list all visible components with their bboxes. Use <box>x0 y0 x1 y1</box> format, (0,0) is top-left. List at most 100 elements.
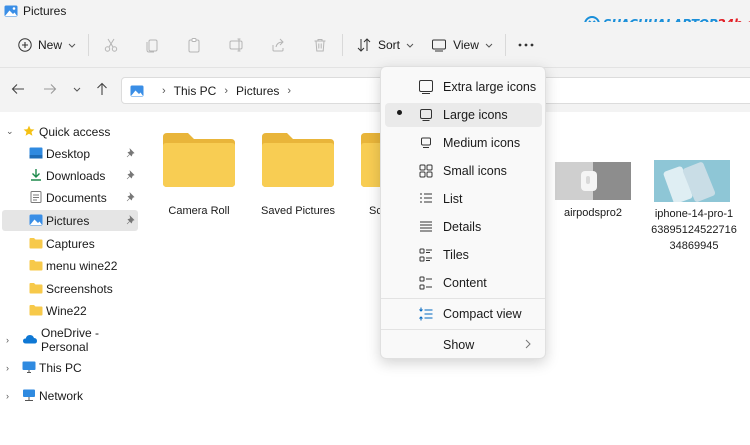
menu-item-details[interactable]: Details <box>385 215 542 239</box>
menu-item-label: List <box>443 192 463 206</box>
breadcrumb-chevron-icon: › <box>224 84 229 97</box>
large-icons-icon <box>420 109 432 121</box>
menu-item-list[interactable]: List <box>385 187 542 211</box>
selected-bullet-icon <box>397 110 402 115</box>
paste-button[interactable] <box>183 30 205 60</box>
star-icon <box>23 125 35 136</box>
folder-icon <box>29 238 43 249</box>
sort-button[interactable]: Sort <box>354 30 416 60</box>
chevron-down-icon <box>68 43 76 48</box>
document-icon <box>30 191 42 203</box>
download-icon <box>31 169 41 181</box>
sidebar-item-screenshots[interactable]: Screenshots <box>2 278 138 299</box>
separator <box>505 34 506 56</box>
menu-item-label: Medium icons <box>443 136 521 150</box>
breadcrumb-chevron-icon: › <box>162 84 166 97</box>
command-bar: New Sort View <box>0 22 750 68</box>
network-icon <box>23 389 35 401</box>
menu-item-label: Large icons <box>443 108 508 122</box>
cut-icon <box>104 38 118 52</box>
more-options-button[interactable] <box>515 30 537 60</box>
file-label: iphone-14-pro-1 63895124522716 34869945 <box>651 208 737 252</box>
pin-icon <box>126 170 135 180</box>
tiles-icon <box>419 248 432 262</box>
view-menu: Extra large icons Large icons Medium ico… <box>380 66 546 359</box>
menu-item-content[interactable]: Content <box>385 271 542 295</box>
recent-locations-button[interactable] <box>68 80 86 98</box>
sidebar-item-label: OneDrive - Personal <box>41 325 100 354</box>
share-button[interactable] <box>267 30 289 60</box>
folder-item-saved-pictures[interactable]: Saved Pictures <box>248 132 348 218</box>
sidebar-item-quick-access[interactable]: ⌄ Quick access <box>2 121 138 142</box>
view-label: View <box>453 38 479 52</box>
back-button[interactable] <box>9 80 27 98</box>
sidebar-item-label: Pictures <box>46 213 90 228</box>
sort-icon <box>357 38 371 52</box>
sidebar-item-pictures[interactable]: Pictures <box>2 210 138 231</box>
menu-separator <box>381 329 545 330</box>
sidebar-item-onedrive[interactable]: › OneDrive - Personal <box>2 326 138 354</box>
menu-item-label: Show <box>443 338 475 352</box>
sidebar-item-captures[interactable]: Captures <box>2 233 138 254</box>
share-icon <box>272 38 284 52</box>
window-title: Pictures <box>23 4 67 18</box>
menu-item-show[interactable]: Show <box>385 333 542 357</box>
sidebar-item-menu-wine22[interactable]: menu wine22 <box>2 255 138 276</box>
pictures-icon <box>4 5 18 17</box>
delete-button[interactable] <box>309 30 331 60</box>
image-thumbnail-iphone[interactable] <box>654 160 730 202</box>
content-icon <box>419 276 432 290</box>
pin-icon <box>126 192 135 202</box>
rename-button[interactable] <box>225 30 247 60</box>
menu-item-extra-large-icons[interactable]: Extra large icons <box>385 75 542 99</box>
breadcrumb-pictures[interactable]: Pictures <box>236 84 279 98</box>
chevron-right-icon[interactable]: › <box>6 363 9 373</box>
sidebar-item-wine22[interactable]: Wine22 <box>2 300 138 321</box>
folder-label: Camera Roll <box>168 205 230 217</box>
copy-button[interactable] <box>141 30 163 60</box>
menu-item-label: Compact view <box>443 307 522 321</box>
computer-icon <box>22 361 36 373</box>
copy-icon <box>146 39 158 53</box>
sidebar-item-downloads[interactable]: Downloads <box>2 165 138 186</box>
forward-button[interactable] <box>41 80 59 98</box>
chevron-right-icon[interactable]: › <box>6 335 9 345</box>
menu-item-tiles[interactable]: Tiles <box>385 243 542 267</box>
folder-icon <box>262 133 334 187</box>
menu-item-label: Details <box>443 220 482 234</box>
extra-large-icons-icon <box>419 80 433 94</box>
menu-separator <box>381 298 545 299</box>
medium-icons-icon <box>421 137 431 148</box>
chevron-right-icon[interactable]: › <box>6 391 9 401</box>
sort-label: Sort <box>377 38 400 52</box>
details-icon <box>420 221 432 232</box>
trash-icon <box>314 39 326 52</box>
cut-button[interactable] <box>100 30 122 60</box>
menu-item-compact-view[interactable]: Compact view <box>385 302 542 326</box>
image-thumbnail-airpods[interactable] <box>555 162 631 200</box>
folder-icon <box>29 283 43 294</box>
menu-item-small-icons[interactable]: Small icons <box>385 159 542 183</box>
sidebar-item-documents[interactable]: Documents <box>2 187 138 208</box>
menu-item-large-icons[interactable]: Large icons <box>385 103 542 127</box>
sidebar-item-label: Downloads <box>46 168 106 183</box>
sidebar-item-label: Screenshots <box>46 281 113 296</box>
folder-item-camera-roll[interactable]: Camera Roll <box>149 132 249 218</box>
view-button[interactable]: View <box>430 30 494 60</box>
breadcrumb-this-pc[interactable]: This PC <box>174 84 217 98</box>
arrow-left-icon <box>11 84 24 94</box>
menu-item-medium-icons[interactable]: Medium icons <box>385 131 542 155</box>
desktop-icon <box>29 147 43 159</box>
up-button[interactable] <box>93 80 111 98</box>
pin-icon <box>126 215 135 225</box>
folder-label: Saved Pictures <box>261 205 335 217</box>
pictures-icon <box>29 214 43 226</box>
folder-icon <box>29 260 43 271</box>
sidebar-item-label: menu wine22 <box>46 258 118 273</box>
sidebar-item-this-pc[interactable]: › This PC <box>2 357 138 378</box>
chevron-down-icon[interactable]: ⌄ <box>6 126 14 137</box>
sidebar-item-network[interactable]: › Network <box>2 385 138 406</box>
new-button[interactable]: New <box>14 30 80 60</box>
sidebar-item-desktop[interactable]: Desktop <box>2 143 138 164</box>
list-icon <box>420 193 432 203</box>
